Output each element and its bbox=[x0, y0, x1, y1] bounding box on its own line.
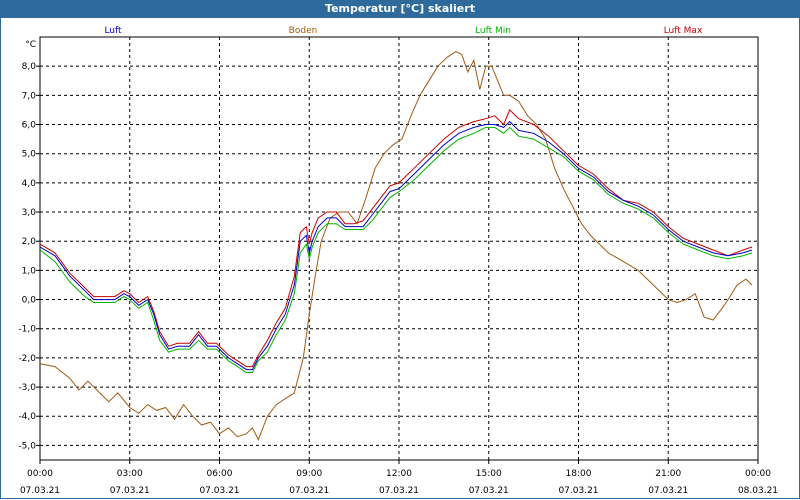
y-tick-label: -1,0 bbox=[18, 325, 36, 335]
x-tick-date-label: 07.03.21 bbox=[20, 486, 60, 496]
x-tick-time-label: 21:00 bbox=[655, 469, 681, 479]
series-line-boden bbox=[39, 51, 753, 441]
x-tick-date-label: 07.03.21 bbox=[379, 486, 419, 496]
x-tick-time-label: 15:00 bbox=[476, 469, 502, 479]
series-line-luft-min bbox=[39, 126, 753, 373]
legend-entry: Luft bbox=[104, 26, 122, 36]
series-line-luft bbox=[39, 120, 753, 371]
x-tick-time-label: 00:00 bbox=[745, 469, 771, 479]
x-tick-date-label: 07.03.21 bbox=[289, 486, 329, 496]
legend-entry: Luft Max bbox=[664, 26, 703, 36]
x-tick-date-label: 07.03.21 bbox=[648, 486, 688, 496]
x-tick-date-label: 07.03.21 bbox=[558, 486, 598, 496]
temperature-chart: 8,0 7,0 6,0 5,0 4,0 3,0 2,0 1,0 0,0 -1,0 -2,0 -3,0 -… bbox=[18, 26, 778, 496]
x-tick-time-label: 03:00 bbox=[117, 469, 143, 479]
y-tick-label: -4,0 bbox=[18, 412, 36, 422]
y-tick-label: 1,0 bbox=[22, 266, 37, 276]
y-tick-label: -2,0 bbox=[18, 354, 36, 364]
x-tick-time-label: 06:00 bbox=[207, 469, 233, 479]
y-tick-label: -3,0 bbox=[18, 383, 36, 393]
x-tick-date-label: 08.03.21 bbox=[738, 486, 778, 496]
x-tick-date-label: 07.03.21 bbox=[110, 486, 150, 496]
series-line-luft-max bbox=[39, 109, 753, 368]
y-tick-label: 3,0 bbox=[22, 208, 37, 218]
y-tick-label: 0,0 bbox=[22, 296, 37, 306]
y-tick-label: 4,0 bbox=[22, 179, 37, 189]
y-tick-label: -5,0 bbox=[18, 441, 36, 451]
y-tick-label: 6,0 bbox=[22, 121, 37, 131]
y-tick-label: 2,0 bbox=[22, 237, 37, 247]
x-tick-time-label: 09:00 bbox=[296, 469, 322, 479]
y-tick-label: 5,0 bbox=[22, 150, 37, 160]
y-tick-label: 8,0 bbox=[22, 62, 37, 72]
y-axis-unit-label: °C bbox=[25, 40, 36, 50]
x-tick-date-label: 07.03.21 bbox=[199, 486, 239, 496]
x-tick-date-label: 07.03.21 bbox=[469, 486, 509, 496]
x-tick-time-label: 18:00 bbox=[566, 469, 592, 479]
y-tick-label: 7,0 bbox=[22, 91, 37, 101]
legend-entry: Luft Min bbox=[475, 26, 511, 36]
x-tick-time-label: 12:00 bbox=[386, 469, 412, 479]
legend-entry: Boden bbox=[289, 26, 318, 36]
x-tick-time-label: 00:00 bbox=[27, 469, 53, 479]
